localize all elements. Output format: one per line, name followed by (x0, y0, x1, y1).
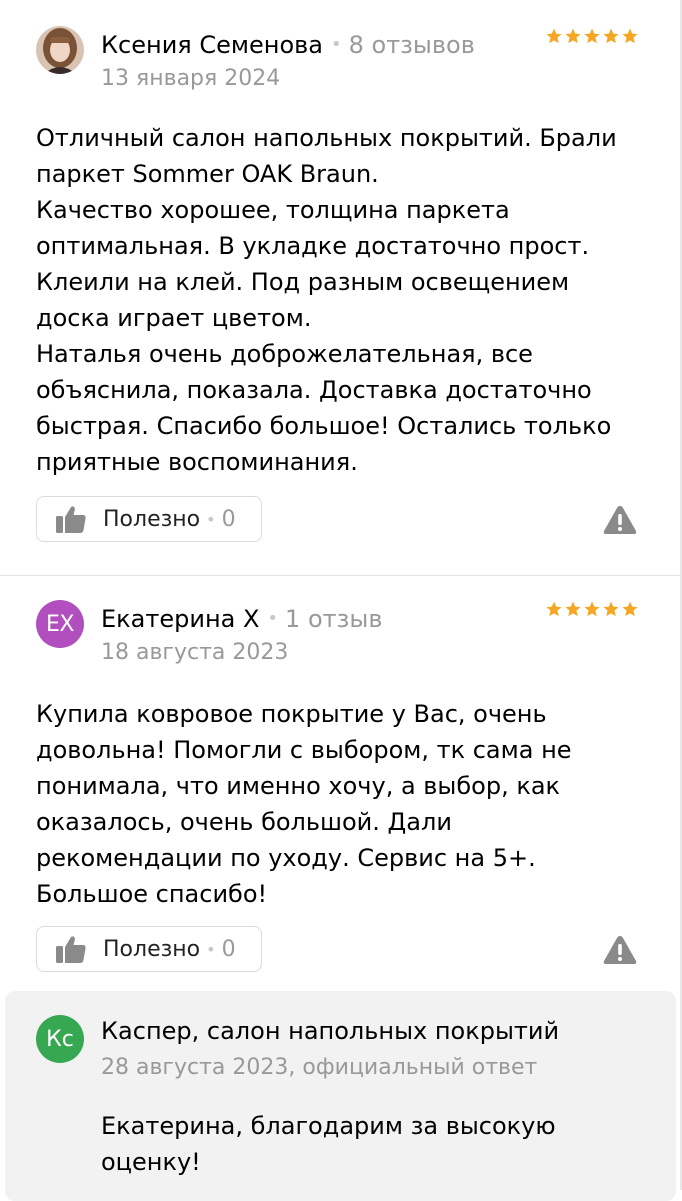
user-photo (36, 26, 84, 74)
separator-dot: • (206, 509, 216, 529)
useful-label: Полезно (103, 506, 201, 532)
useful-button[interactable]: Полезно • 0 (36, 496, 262, 542)
answer-date: 28 августа 2023, официальный ответ (101, 1055, 538, 1080)
author-name[interactable]: Ксения Семенова (101, 31, 323, 59)
author-name[interactable]: Екатерина Х (101, 605, 259, 633)
separator-dot: • (330, 34, 342, 55)
review-text: Купила ковровое покрытие у Вас, очень до… (36, 696, 596, 912)
avatar[interactable]: ЕХ (36, 600, 84, 648)
avatar[interactable] (36, 26, 84, 74)
star-icon (565, 28, 581, 44)
useful-count: 0 (221, 506, 236, 532)
useful-button[interactable]: Полезно • 0 (36, 926, 262, 972)
star-icon (603, 28, 619, 44)
review-paragraph: Качество хорошее, толщина паркета оптима… (36, 196, 590, 332)
review-paragraph: Наталья очень доброжелательная, все объя… (36, 340, 612, 476)
business-avatar-initials: Кс (46, 1026, 74, 1052)
useful-count: 0 (221, 936, 236, 962)
business-avatar[interactable]: Кс (36, 1015, 84, 1063)
separator-dot: • (267, 608, 279, 629)
rating-stars (545, 600, 639, 618)
answer-text: Екатерина, благодарим за высокую оценку! (101, 1112, 556, 1176)
review-date: 13 января 2024 (101, 66, 281, 91)
star-icon (622, 28, 638, 44)
review-paragraph: Купила ковровое покрытие у Вас, очень до… (36, 700, 572, 872)
review-paragraph: Большое спасибо! (36, 880, 268, 908)
author-review-count[interactable]: 1 отзыв (285, 605, 382, 633)
star-icon (622, 601, 638, 617)
star-icon (546, 601, 562, 617)
warning-triangle-icon[interactable] (602, 504, 638, 536)
star-icon (546, 28, 562, 44)
useful-label: Полезно (103, 936, 201, 962)
warning-triangle-icon[interactable] (602, 934, 638, 966)
star-icon (584, 28, 600, 44)
star-icon (584, 601, 600, 617)
avatar-initials: ЕХ (46, 611, 74, 637)
thumbs-up-icon (56, 506, 86, 533)
review-card: Ксения Семенова • 8 отзывов 13 января 2024… (0, 0, 680, 575)
business-name[interactable]: Каспер, салон напольных покрытий (101, 1017, 559, 1045)
author-line: Ксения Семенова • 8 отзывов (101, 31, 475, 62)
review-paragraph: Отличный салон напольных покрытий. Брали… (36, 124, 617, 188)
review-text: Отличный салон напольных покрытий. Брали… (36, 120, 641, 480)
thumbs-up-icon (56, 936, 86, 963)
author-line: Екатерина Х • 1 отзыв (101, 605, 382, 636)
business-answer: Кс Каспер, салон напольных покрытий 28 а… (5, 991, 676, 1201)
rating-stars (545, 27, 639, 45)
separator-dot: • (206, 939, 216, 959)
review-date: 18 августа 2023 (101, 640, 289, 665)
star-icon (565, 601, 581, 617)
star-icon (603, 601, 619, 617)
author-review-count[interactable]: 8 отзывов (349, 31, 475, 59)
